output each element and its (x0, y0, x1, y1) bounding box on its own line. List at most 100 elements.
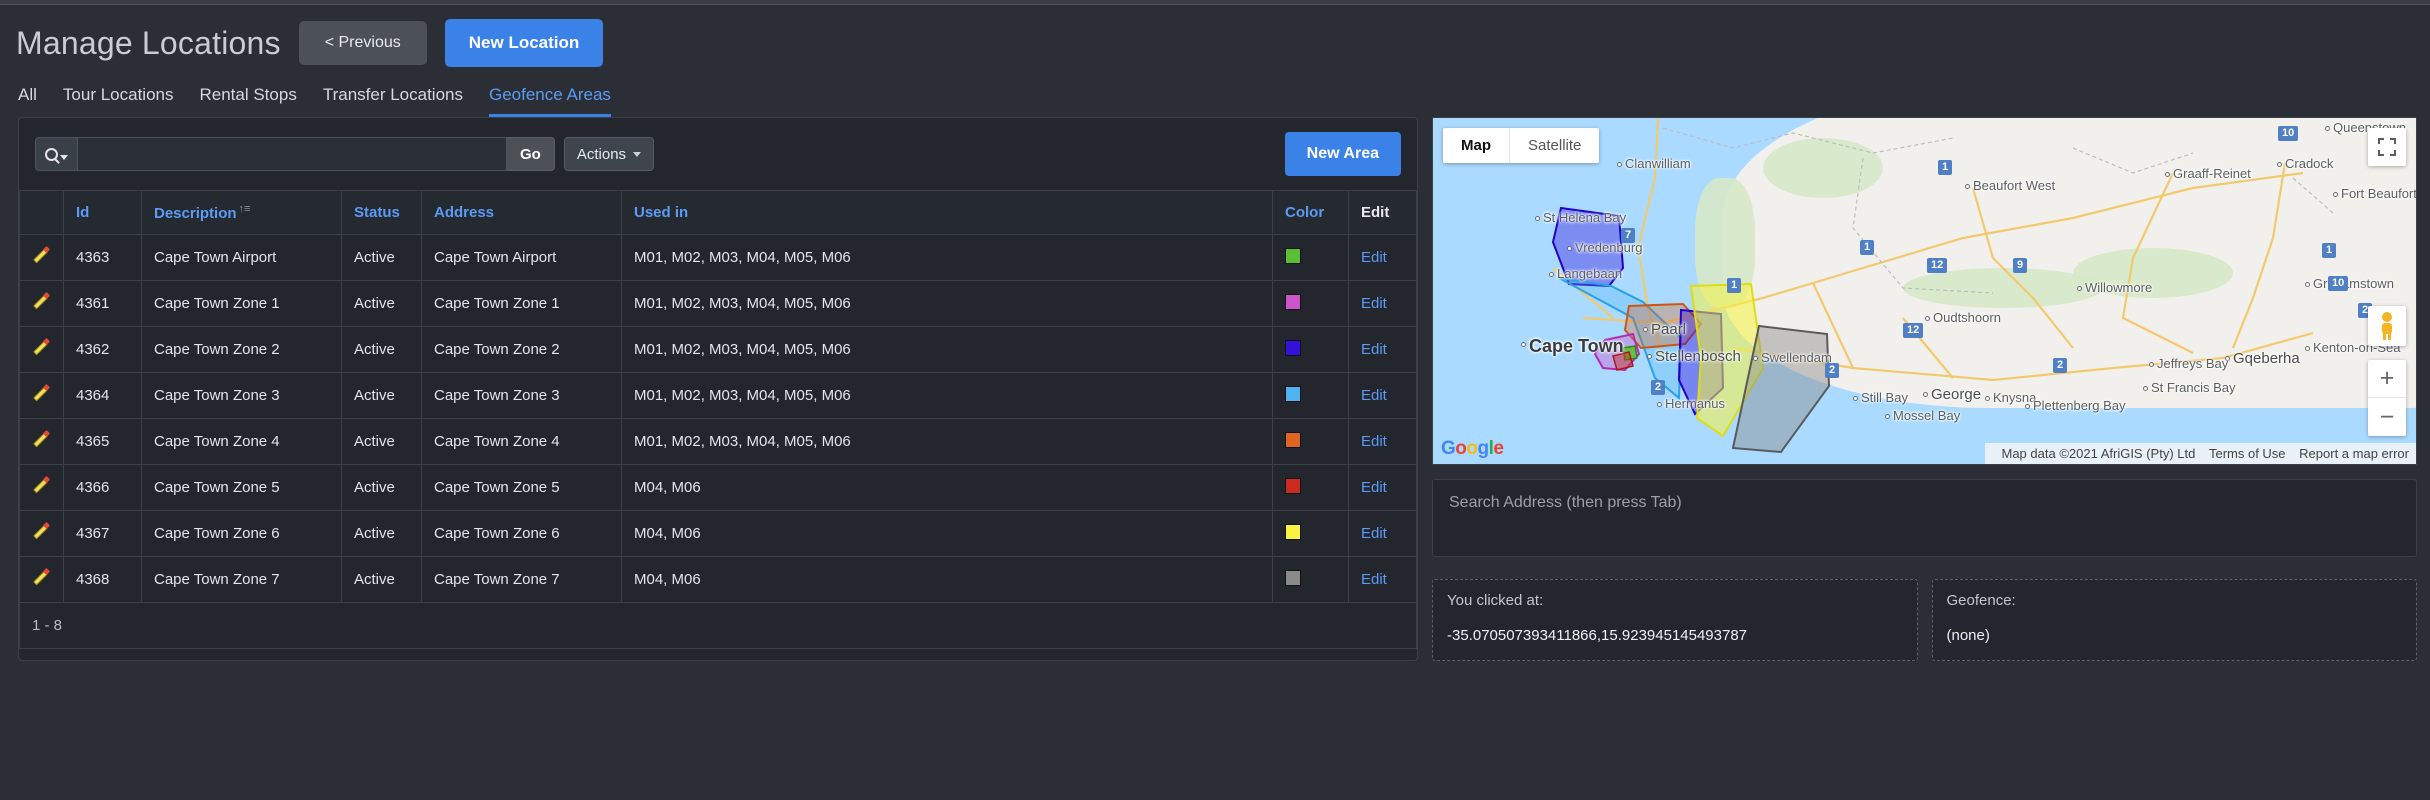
cell-status: Active (341, 510, 422, 557)
edit-link[interactable]: Edit (1361, 479, 1387, 496)
go-button[interactable]: Go (507, 137, 555, 171)
map-place-dot (2077, 286, 2082, 291)
map-place-label: Oudtshoorn (1933, 310, 2001, 325)
address-search-placeholder: Search Address (then press Tab) (1449, 494, 1682, 511)
fullscreen-glyph (2378, 138, 2396, 156)
column-used-in[interactable]: Used in (621, 190, 1273, 235)
pencil-icon (32, 245, 51, 265)
route-shield: 1 (1938, 160, 1953, 175)
pencil-icon (32, 383, 51, 403)
address-search-box[interactable]: Search Address (then press Tab) (1432, 479, 2417, 557)
previous-button[interactable]: < Previous (298, 21, 427, 65)
route-shield: 12 (1927, 258, 1948, 273)
column-edit: Edit (1348, 190, 1417, 235)
map-place-label: Plettenberg Bay (2033, 398, 2126, 413)
page-title: Manage Locations (16, 24, 281, 61)
column-status[interactable]: Status (341, 190, 422, 235)
cell-description: Cape Town Zone 4 (141, 418, 342, 465)
map-place-label: George (1931, 386, 1982, 403)
map-place-label: St Francis Bay (2151, 380, 2236, 395)
edit-link[interactable]: Edit (1361, 387, 1387, 404)
row-edit-pencil-icon[interactable] (19, 464, 64, 511)
map-place-dot (1923, 392, 1928, 397)
pencil-icon (32, 429, 51, 449)
cell-description: Cape Town Zone 7 (141, 556, 342, 603)
tab-tour-locations[interactable]: Tour Locations (63, 85, 174, 117)
row-edit-pencil-icon[interactable] (19, 280, 64, 327)
street-view-pegman-icon[interactable] (2368, 306, 2406, 346)
page-header: Manage Locations < Previous New Location (0, 5, 2430, 73)
cell-description: Cape Town Zone 5 (141, 464, 342, 511)
map-place-dot (2143, 386, 2148, 391)
map-type-map[interactable]: Map (1443, 128, 1510, 163)
terms-of-use-link[interactable]: Terms of Use (2209, 446, 2286, 461)
actions-button[interactable]: Actions (563, 137, 655, 171)
cell-edit[interactable]: Edit (1348, 280, 1417, 327)
map-place-label: Paarl (1651, 321, 1687, 338)
tab-rental-stops[interactable]: Rental Stops (199, 85, 296, 117)
row-edit-pencil-icon[interactable] (19, 418, 64, 465)
map-type-satellite[interactable]: Satellite (1510, 128, 1599, 163)
color-swatch (1285, 247, 1301, 264)
edit-link[interactable]: Edit (1361, 249, 1387, 266)
cell-edit[interactable]: Edit (1348, 556, 1417, 603)
cell-edit[interactable]: Edit (1348, 464, 1417, 511)
row-edit-pencil-icon[interactable] (19, 372, 64, 419)
actions-label: Actions (576, 145, 627, 163)
cell-edit[interactable]: Edit (1348, 372, 1417, 419)
row-edit-pencil-icon[interactable] (19, 326, 64, 373)
route-shield: 10 (2278, 126, 2299, 141)
cell-description: Cape Town Zone 1 (141, 280, 342, 327)
google-map[interactable]: Clanwilliam St Helena Bay Vredenburg Langeb… (1432, 117, 2417, 465)
zoom-control[interactable]: + − (2368, 360, 2406, 436)
tab-all[interactable]: All (18, 85, 37, 117)
pencil-icon (32, 291, 51, 311)
column-id[interactable]: Id (63, 190, 142, 235)
cell-edit[interactable]: Edit (1348, 234, 1417, 281)
cell-address: Cape Town Zone 2 (421, 326, 622, 373)
table-header: Id Description ↑≡ Status Address Used in … (19, 190, 1417, 235)
table-body: 4363 Cape Town Airport Active Cape Town Air… (19, 234, 1417, 603)
edit-link[interactable]: Edit (1361, 433, 1387, 450)
edit-link[interactable]: Edit (1361, 525, 1387, 542)
map-place-dot (1657, 402, 1662, 407)
color-swatch (1285, 385, 1301, 402)
tab-bar: All Tour Locations Rental Stops Transfer… (0, 73, 2430, 117)
new-area-button[interactable]: New Area (1284, 132, 1401, 176)
row-edit-pencil-icon[interactable] (19, 510, 64, 557)
color-swatch (1285, 339, 1301, 356)
grid-toolbar: Go Actions New Area (19, 118, 1417, 190)
edit-link[interactable]: Edit (1361, 295, 1387, 312)
map-place-label: St Helena Bay (1543, 210, 1627, 225)
route-shield: 1 (2322, 243, 2337, 258)
zoom-out-button[interactable]: − (2368, 398, 2406, 436)
new-location-button[interactable]: New Location (444, 19, 604, 67)
edit-link[interactable]: Edit (1361, 341, 1387, 358)
search-input[interactable] (77, 137, 507, 171)
column-address[interactable]: Address (421, 190, 622, 235)
geofence-label: Geofence: (1946, 592, 2016, 609)
cell-edit[interactable]: Edit (1348, 510, 1417, 557)
report-map-error-link[interactable]: Report a map error (2299, 446, 2409, 461)
cell-used-in: M04, M06 (621, 510, 1273, 557)
tab-transfer-locations[interactable]: Transfer Locations (323, 85, 463, 117)
map-place-label: Fort Beaufort (2341, 186, 2417, 201)
column-description[interactable]: Description ↑≡ (141, 190, 342, 235)
map-type-control[interactable]: Map Satellite (1443, 128, 1600, 163)
row-edit-pencil-icon[interactable] (19, 556, 64, 603)
map-place-dot (2305, 346, 2310, 351)
column-color[interactable]: Color (1272, 190, 1349, 235)
chevron-down-icon (60, 154, 68, 160)
fullscreen-icon[interactable] (2368, 128, 2406, 166)
map-place-label: Graaff-Reinet (2173, 166, 2251, 181)
map-place-label: Gqeberha (2233, 350, 2300, 367)
edit-link[interactable]: Edit (1361, 571, 1387, 588)
row-edit-pencil-icon[interactable] (19, 234, 64, 281)
search-icon[interactable] (35, 137, 77, 171)
pencil-icon (32, 567, 51, 587)
cell-edit[interactable]: Edit (1348, 418, 1417, 465)
zoom-in-button[interactable]: + (2368, 360, 2406, 398)
cell-edit[interactable]: Edit (1348, 326, 1417, 373)
cell-id: 4367 (63, 510, 142, 557)
tab-geofence-areas[interactable]: Geofence Areas (489, 85, 611, 117)
